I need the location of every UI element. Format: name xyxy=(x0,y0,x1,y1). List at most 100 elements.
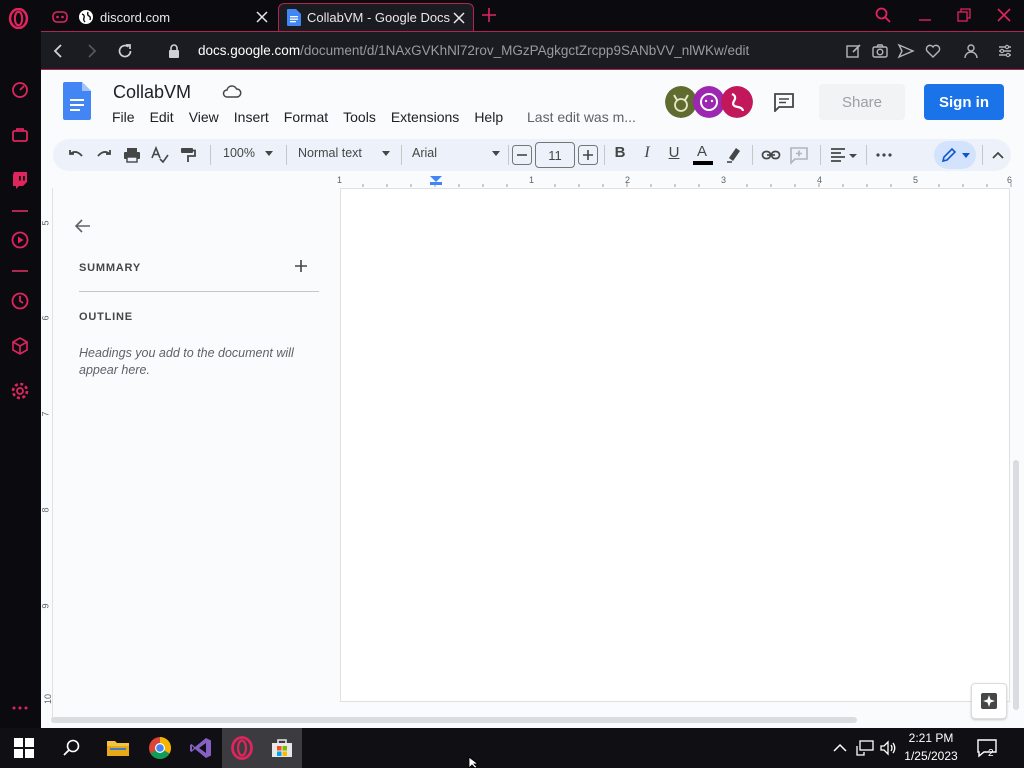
history-icon[interactable] xyxy=(10,291,30,311)
tab-google-docs[interactable]: CollabVM - Google Docs xyxy=(278,3,474,31)
add-comment-icon[interactable] xyxy=(789,145,809,165)
restore-icon[interactable] xyxy=(955,6,973,24)
speed-dial-icon[interactable] xyxy=(10,79,30,99)
twitch-icon[interactable] xyxy=(10,170,30,190)
more-dots-icon[interactable] xyxy=(10,698,30,718)
lock-icon[interactable] xyxy=(165,42,183,60)
avatar-snake[interactable] xyxy=(721,86,753,118)
vertical-ruler[interactable]: 5 6 7 8 9 10 xyxy=(41,188,53,718)
opera-logo-icon[interactable] xyxy=(8,8,29,29)
spellcheck-icon[interactable] xyxy=(150,145,170,165)
taskbar-file-explorer[interactable] xyxy=(98,728,138,768)
reload-icon[interactable] xyxy=(116,42,134,60)
tab-discord[interactable]: discord.com xyxy=(44,3,276,31)
volume-icon[interactable] xyxy=(879,740,897,756)
taskbar-chrome[interactable] xyxy=(140,728,180,768)
clock-time[interactable]: 2:21 PM xyxy=(900,731,962,745)
vertical-scrollbar[interactable] xyxy=(1013,460,1019,710)
font-size-input[interactable]: 11 xyxy=(535,142,575,168)
store-icon xyxy=(272,739,292,757)
comments-icon[interactable] xyxy=(773,92,795,112)
ruler-number: 10 xyxy=(43,693,54,705)
camera-icon[interactable] xyxy=(871,42,889,60)
sign-in-button[interactable]: Sign in xyxy=(924,84,1004,120)
opera-gx-icon xyxy=(231,736,253,760)
chevron-up-icon[interactable] xyxy=(988,145,1008,165)
sidebar-divider xyxy=(12,210,28,212)
style-select[interactable]: Normal text xyxy=(298,146,394,160)
clock-date[interactable]: 1/25/2023 xyxy=(900,749,962,763)
player-icon[interactable] xyxy=(10,230,30,250)
easy-setup-icon[interactable] xyxy=(996,42,1014,60)
share-button[interactable]: Share xyxy=(819,84,905,120)
menu-format[interactable]: Format xyxy=(284,109,328,125)
start-button[interactable] xyxy=(4,728,44,768)
heart-icon[interactable] xyxy=(924,42,942,60)
zoom-select[interactable]: 100% xyxy=(223,146,275,160)
menu-help[interactable]: Help xyxy=(474,109,503,125)
extensions-icon[interactable] xyxy=(10,336,30,356)
arrow-back-icon[interactable] xyxy=(73,216,93,236)
bold-button[interactable]: B xyxy=(612,144,628,161)
toolbar-divider xyxy=(982,145,983,165)
close-tab-icon[interactable] xyxy=(451,10,467,26)
more-options-icon[interactable] xyxy=(874,145,894,165)
send-icon[interactable] xyxy=(897,42,915,60)
ruler-number: 7 xyxy=(41,411,51,417)
highlight-icon[interactable] xyxy=(723,145,743,165)
horizontal-scrollbar[interactable] xyxy=(51,717,857,723)
opera-sidebar xyxy=(0,31,41,728)
account-icon[interactable] xyxy=(962,42,980,60)
undo-icon[interactable] xyxy=(66,145,86,165)
docs-logo-icon[interactable] xyxy=(63,82,91,120)
text-color-button[interactable]: A xyxy=(692,142,714,168)
minimize-icon[interactable] xyxy=(916,6,934,24)
last-edit-link[interactable]: Last edit was m... xyxy=(527,109,636,125)
align-left-icon[interactable] xyxy=(829,145,859,165)
menu-insert[interactable]: Insert xyxy=(234,109,269,125)
print-icon[interactable] xyxy=(122,145,142,165)
forward-icon[interactable] xyxy=(82,42,100,60)
network-icon[interactable] xyxy=(856,740,874,756)
taskbar-microsoft-store[interactable] xyxy=(262,728,302,768)
italic-button[interactable]: I xyxy=(639,144,655,162)
menu-edit[interactable]: Edit xyxy=(150,109,174,125)
toolbar-divider xyxy=(604,145,605,165)
document-title[interactable]: CollabVM xyxy=(113,82,191,103)
taskbar-visual-studio[interactable] xyxy=(181,728,221,768)
edit-page-icon[interactable] xyxy=(845,42,863,60)
menu-view[interactable]: View xyxy=(189,109,219,125)
new-tab-icon[interactable] xyxy=(480,6,498,24)
document-page[interactable] xyxy=(340,188,1010,702)
workspaces-icon[interactable] xyxy=(10,125,30,145)
decrease-font-size-icon[interactable] xyxy=(512,145,532,165)
menu-extensions[interactable]: Extensions xyxy=(391,109,459,125)
ruler-number: 2 xyxy=(625,175,631,185)
show-hidden-icons-chevron-up-icon[interactable] xyxy=(832,741,848,755)
link-icon[interactable] xyxy=(761,145,781,165)
explore-button[interactable] xyxy=(971,683,1007,719)
increase-font-size-icon[interactable] xyxy=(578,145,598,165)
action-center-icon[interactable] xyxy=(976,738,998,758)
add-summary-icon[interactable] xyxy=(293,258,309,274)
underline-button[interactable]: U xyxy=(666,144,682,161)
redo-icon[interactable] xyxy=(94,145,114,165)
close-tab-icon[interactable] xyxy=(254,9,270,25)
docs-header: CollabVM File Edit View Insert Format To… xyxy=(41,70,1024,136)
url-field[interactable]: docs.google.com/document/d/1NAxGVKhNl72r… xyxy=(198,43,749,58)
formatting-toolbar: 100% Normal text Arial 11 B I U A xyxy=(53,139,1011,171)
paint-format-icon[interactable] xyxy=(178,145,198,165)
horizontal-ruler[interactable]: 1 1 2 3 4 5 6 xyxy=(337,175,1024,187)
editing-mode-select[interactable] xyxy=(934,141,976,169)
close-window-icon[interactable] xyxy=(995,6,1013,24)
menu-tools[interactable]: Tools xyxy=(343,109,376,125)
toolbar-divider xyxy=(820,145,821,165)
settings-gear-icon[interactable] xyxy=(10,381,30,401)
font-select[interactable]: Arial xyxy=(412,146,508,160)
search-button[interactable] xyxy=(52,728,92,768)
cloud-saved-icon[interactable] xyxy=(222,84,242,100)
menu-file[interactable]: File xyxy=(112,109,135,125)
taskbar-opera[interactable] xyxy=(222,728,262,768)
search-tabs-icon[interactable] xyxy=(874,6,892,24)
back-icon[interactable] xyxy=(50,42,68,60)
